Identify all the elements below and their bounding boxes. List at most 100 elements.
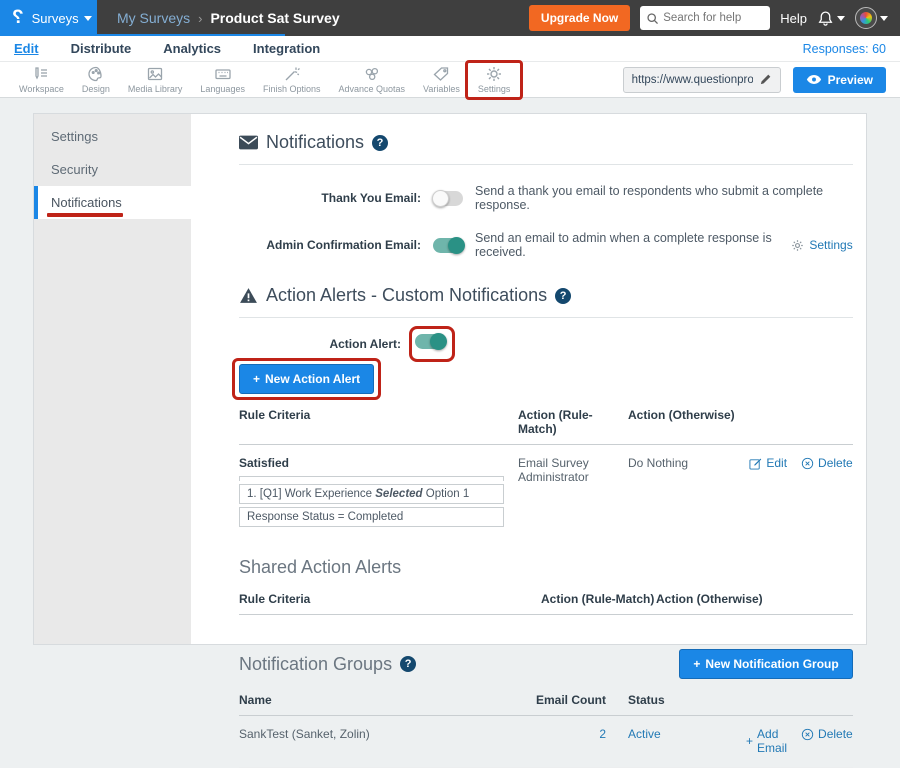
toggle-knob <box>448 237 465 254</box>
settings-link-label: Settings <box>809 238 852 252</box>
help-icon[interactable]: ? <box>555 288 571 304</box>
toolbar-media-library[interactable]: Media Library <box>119 62 192 98</box>
linked-rings-icon <box>362 65 382 83</box>
action-alerts-section-header: Action Alerts - Custom Notifications ? <box>239 285 853 306</box>
section-title: Shared Action Alerts <box>239 557 401 578</box>
groups-table-header: Name Email Count Status <box>239 693 853 716</box>
rule-status: Satisfied <box>239 456 518 470</box>
criteria-keyword: Selected <box>375 488 422 500</box>
delete-group-label: Delete <box>818 727 853 741</box>
preview-label: Preview <box>828 73 873 87</box>
new-notification-group-button[interactable]: + New Notification Group <box>679 649 852 679</box>
sidebar-item-security[interactable]: Security <box>34 153 191 186</box>
admin-confirmation-row: Admin Confirmation Email: Send an email … <box>239 231 853 259</box>
shared-action-alerts-table: Rule Criteria Action (Rule-Match) Action… <box>239 592 853 615</box>
new-action-alert-button[interactable]: + New Action Alert <box>239 364 374 394</box>
user-account-menu[interactable] <box>855 7 888 29</box>
tab-distribute[interactable]: Distribute <box>71 41 132 56</box>
notification-groups-header: Notification Groups ? + New Notification… <box>239 649 853 679</box>
email-count-link[interactable]: 2 <box>599 727 606 741</box>
plus-icon: + <box>693 657 700 671</box>
toolbar-label: Advance Quotas <box>338 84 405 94</box>
delete-circle-x-icon <box>801 457 814 470</box>
add-email-link[interactable]: + Add Email <box>746 727 787 755</box>
delete-circle-x-icon <box>801 728 814 741</box>
thank-you-email-label: Thank You Email: <box>239 191 421 205</box>
notification-groups-table: Name Email Count Status SankTest (Sanket… <box>239 693 853 768</box>
group-email-count-cell: 2 <box>518 727 628 755</box>
table-row: Satisfied 1. [Q1] Work Experience Select… <box>239 445 853 527</box>
responses-count[interactable]: Responses: 60 <box>803 42 886 56</box>
palette-icon <box>86 65 106 83</box>
notifications-content: Notifications ? Thank You Email: Send a … <box>191 114 870 644</box>
toolbar-finish-options[interactable]: Finish Options <box>254 62 330 98</box>
gear-icon <box>484 65 504 83</box>
preview-button[interactable]: Preview <box>793 67 886 93</box>
upgrade-now-button[interactable]: Upgrade Now <box>529 5 630 31</box>
image-icon <box>145 65 165 83</box>
new-action-alert-wrap: + New Action Alert <box>239 364 374 394</box>
toolbar-design[interactable]: Design <box>73 62 119 98</box>
thank-you-email-toggle[interactable] <box>433 191 463 206</box>
thank-you-email-description: Send a thank you email to respondents wh… <box>475 184 853 212</box>
column-header-rule-match: Action (Rule-Match) <box>541 592 656 606</box>
toolbar-languages[interactable]: Languages <box>191 62 254 98</box>
topbar-actions: Upgrade Now Help <box>529 5 900 31</box>
admin-confirmation-toggle[interactable] <box>433 238 463 253</box>
keyboard-icon <box>213 65 233 83</box>
tab-integration[interactable]: Integration <box>253 41 320 56</box>
help-search[interactable] <box>640 6 770 30</box>
rule-criteria-cell: Satisfied 1. [Q1] Work Experience Select… <box>239 456 518 527</box>
toolbar-variables[interactable]: Variables <box>414 62 469 98</box>
notifications-section-header: Notifications ? <box>239 132 853 153</box>
action-alert-toggle-row: Action Alert: <box>239 334 853 354</box>
edit-alert-link[interactable]: Edit <box>749 456 787 470</box>
sidebar-item-notifications[interactable]: Notifications <box>34 186 191 219</box>
toolbar-workspace[interactable]: Workspace <box>10 62 73 98</box>
toolbar-label: Design <box>82 84 110 94</box>
survey-url-field[interactable] <box>623 67 781 93</box>
help-icon[interactable]: ? <box>400 656 416 672</box>
divider <box>239 164 853 165</box>
column-header-otherwise: Action (Otherwise) <box>656 592 853 606</box>
breadcrumb-my-surveys[interactable]: My Surveys <box>117 10 190 26</box>
new-notification-group-label: New Notification Group <box>705 657 838 671</box>
toolbar-label: Variables <box>423 84 460 94</box>
main-menu: Edit Distribute Analytics Integration Re… <box>0 36 900 62</box>
help-link[interactable]: Help <box>780 11 807 26</box>
settings-card: Settings Security Notifications Notifica… <box>33 113 867 645</box>
pencil-icon[interactable] <box>759 73 772 86</box>
bell-icon <box>817 10 834 27</box>
avatar-gauge-icon <box>860 12 872 24</box>
gear-icon <box>791 239 804 252</box>
toolbar-label: Workspace <box>19 84 64 94</box>
admin-email-settings-link[interactable]: Settings <box>791 238 852 252</box>
survey-url-input[interactable] <box>632 74 753 86</box>
toolbar-advance-quotas[interactable]: Advance Quotas <box>329 62 414 98</box>
notifications-bell-menu[interactable] <box>817 10 845 27</box>
table-row: SankTest (Sanket, Zolin) 2 Active + Add … <box>239 716 853 768</box>
help-icon[interactable]: ? <box>372 135 388 151</box>
toolbar-settings[interactable]: Settings <box>469 62 520 98</box>
questionpro-logo-icon[interactable]: ? <box>12 7 24 29</box>
tab-analytics[interactable]: Analytics <box>163 41 221 56</box>
shared-table-header: Rule Criteria Action (Rule-Match) Action… <box>239 592 853 615</box>
workspace-icon <box>31 65 51 83</box>
settings-sidebar: Settings Security Notifications <box>34 114 191 644</box>
group-name-cell: SankTest (Sanket, Zolin) <box>239 727 518 755</box>
column-header-otherwise: Action (Otherwise) <box>628 408 746 436</box>
action-alert-toggle[interactable] <box>415 334 445 349</box>
logo-zone: ? Surveys <box>0 0 97 36</box>
column-header-rule-match: Action (Rule-Match) <box>518 408 628 436</box>
delete-group-link[interactable]: Delete <box>801 727 853 741</box>
sidebar-item-label: Notifications <box>51 195 122 210</box>
toolbar-label: Finish Options <box>263 84 321 94</box>
sidebar-item-settings[interactable]: Settings <box>34 120 191 153</box>
group-status-link[interactable]: Active <box>628 727 661 741</box>
toolbar-label: Languages <box>200 84 245 94</box>
delete-alert-link[interactable]: Delete <box>801 456 853 470</box>
admin-confirmation-description: Send an email to admin when a complete r… <box>475 231 791 259</box>
tab-edit[interactable]: Edit <box>14 41 39 56</box>
help-search-input[interactable] <box>663 12 764 24</box>
surveys-product-menu[interactable]: Surveys <box>32 11 92 26</box>
